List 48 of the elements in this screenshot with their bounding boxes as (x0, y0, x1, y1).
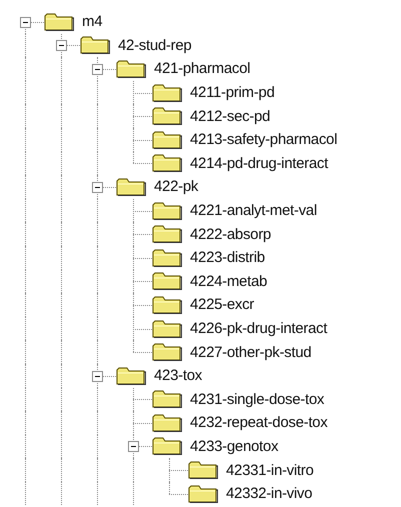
folder-icon (152, 343, 182, 362)
folder-icon (152, 390, 182, 408)
folder-label[interactable]: 4214-pd-drug-interact (190, 154, 328, 172)
folder-label[interactable]: 4231-single-dose-tox (190, 390, 324, 408)
folder-icon (116, 178, 146, 196)
folder-icon (152, 437, 182, 456)
folder-label[interactable]: 4223-distrib (190, 249, 265, 266)
folder-icon (116, 60, 146, 78)
folder-icon (152, 225, 182, 244)
folder-icon (152, 84, 182, 102)
folder-icon (152, 154, 182, 172)
folder-icon (152, 320, 182, 338)
folder-label[interactable]: 4222-absorp (190, 226, 271, 243)
folder-icon (188, 461, 218, 480)
folder-label[interactable]: 421-pharmacol (154, 60, 250, 78)
collapse-button[interactable] (92, 64, 103, 75)
folder-icon (152, 272, 182, 290)
collapse-button[interactable] (92, 370, 103, 382)
folder-label[interactable]: 4221-analyt-met-val (190, 202, 317, 220)
folder-label[interactable]: 4233-genotox (190, 438, 278, 455)
collapse-button[interactable] (20, 16, 31, 28)
folder-label[interactable]: 4232-repeat-dose-tox (190, 414, 328, 432)
collapse-button[interactable] (56, 40, 67, 52)
folder-label[interactable]: 4211-prim-pd (190, 84, 274, 102)
folder-icon (152, 414, 182, 432)
folder-label[interactable]: 4226-pk-drug-interact (190, 320, 328, 338)
folder-icon (152, 107, 182, 126)
folder-icon (152, 296, 182, 314)
folder-icon (44, 12, 74, 31)
folder-icon (80, 36, 110, 54)
folder-label[interactable]: 42331-in-vitro (226, 462, 314, 479)
folder-label[interactable]: m4 (82, 13, 102, 30)
folder-label[interactable]: 4213-safety-pharmacol (190, 131, 338, 148)
folder-icon (152, 202, 182, 220)
folder-label[interactable]: 42332-in-vivo (226, 485, 312, 502)
folder-icon (152, 130, 182, 149)
folder-label[interactable]: 422-pk (154, 178, 198, 196)
collapse-button[interactable] (92, 182, 103, 193)
folder-label[interactable]: 42-stud-rep (118, 36, 192, 54)
folder-label[interactable]: 4227-other-pk-stud (190, 344, 312, 361)
folder-label[interactable]: 423-tox (154, 367, 202, 384)
folder-icon (116, 366, 146, 385)
collapse-button[interactable] (128, 441, 139, 452)
folder-icon (188, 484, 218, 503)
folder-label[interactable]: 4225-excr (190, 296, 254, 314)
folder-label[interactable]: 4224-metab (190, 272, 268, 290)
folder-icon (152, 248, 182, 267)
folder-label[interactable]: 4212-sec-pd (190, 108, 270, 125)
